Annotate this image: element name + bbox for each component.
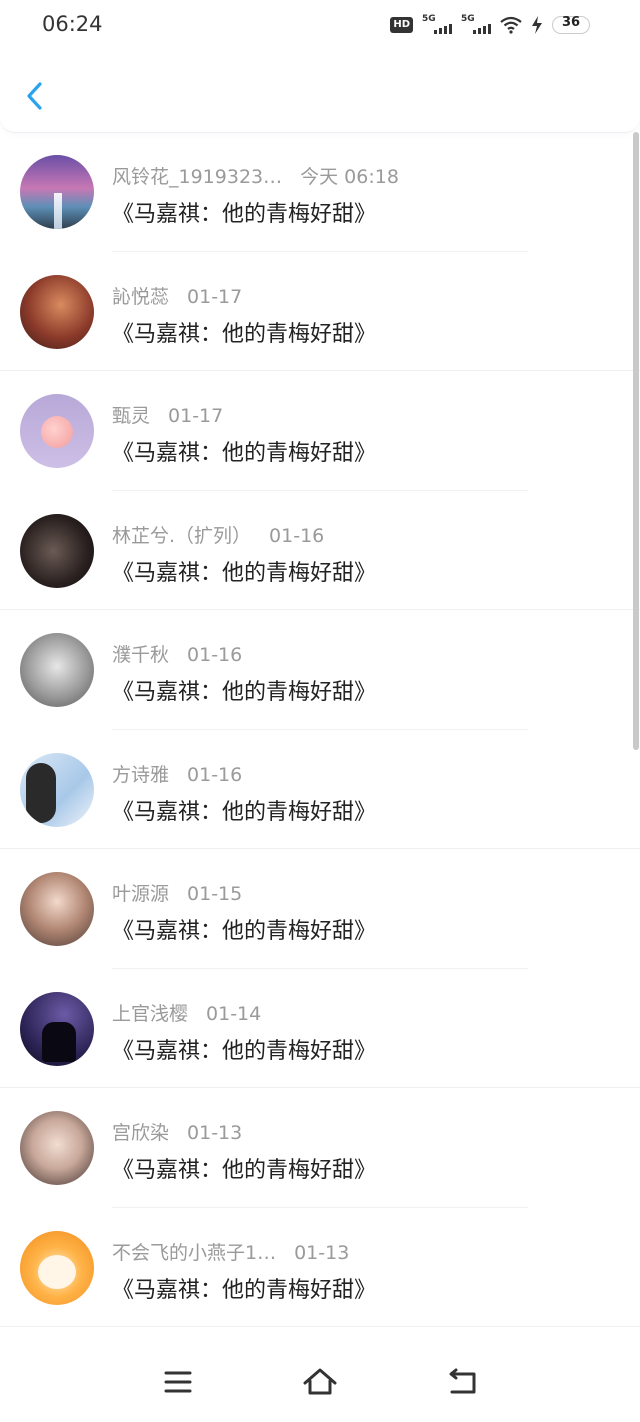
list-item[interactable]: 訫悦蕊 01-17 《马嘉祺：他的青梅好甜》: [0, 252, 640, 372]
list-item-meta: 方诗雅 01-16: [112, 760, 242, 787]
avatar[interactable]: [20, 155, 94, 229]
avatar[interactable]: [20, 1230, 94, 1305]
item-date: 01-13: [187, 1122, 243, 1144]
list-item-meta: 风铃花_1919323… 今天 06:18: [112, 162, 399, 189]
avatar[interactable]: [20, 991, 94, 1066]
list-item-meta: 不会飞的小燕子1… 01-13: [112, 1238, 349, 1265]
user-name[interactable]: 訫悦蕊: [112, 286, 169, 308]
item-date: 01-16: [187, 763, 243, 786]
user-name[interactable]: 叶源源: [112, 883, 169, 905]
list-item[interactable]: 叶源源 01-15 《马嘉祺：他的青梅好甜》: [0, 849, 640, 969]
list-item-meta: 上官浅樱 01-14: [112, 999, 261, 1026]
list-item[interactable]: 濮千秋 01-16 《马嘉祺：他的青梅好甜》: [0, 610, 640, 730]
message-list[interactable]: 风铃花_1919323… 今天 06:18 《马嘉祺：他的青梅好甜》 訫悦蕊 01-…: [0, 132, 640, 1342]
signal-icon: 5G: [422, 14, 452, 36]
item-title[interactable]: 《马嘉祺：他的青梅好甜》: [112, 674, 376, 706]
list-item-meta: 林芷兮.（扩列） 01-16: [112, 521, 324, 548]
list-item-meta: 叶源源 01-15: [112, 879, 242, 906]
user-name[interactable]: 宫欣染: [112, 1122, 169, 1144]
avatar[interactable]: [20, 1111, 94, 1185]
item-date: 01-17: [187, 285, 243, 308]
item-date: 01-13: [294, 1241, 350, 1264]
item-date: 01-14: [206, 1002, 262, 1025]
home-icon[interactable]: [300, 1364, 340, 1400]
header: [0, 52, 640, 133]
item-date: 01-17: [168, 405, 224, 427]
avatar[interactable]: [20, 274, 94, 349]
user-name[interactable]: 不会飞的小燕子1…: [112, 1242, 276, 1264]
menu-icon[interactable]: [158, 1364, 198, 1400]
item-title[interactable]: 《马嘉祺：他的青梅好甜》: [112, 435, 376, 467]
item-title[interactable]: 《马嘉祺：他的青梅好甜》: [112, 316, 376, 348]
avatar[interactable]: [20, 872, 94, 946]
battery-level: 36: [561, 15, 581, 30]
charging-icon: [532, 16, 542, 34]
item-title[interactable]: 《马嘉祺：他的青梅好甜》: [112, 1033, 376, 1065]
system-navbar: [0, 1342, 640, 1422]
avatar[interactable]: [20, 752, 94, 827]
user-name[interactable]: 风铃花_1919323…: [112, 166, 282, 188]
avatar[interactable]: [20, 394, 94, 468]
avatar[interactable]: [20, 513, 94, 588]
user-name[interactable]: 濮千秋: [112, 644, 169, 666]
list-item[interactable]: 宫欣染 01-13 《马嘉祺：他的青梅好甜》: [0, 1088, 640, 1208]
status-time: 06:24: [42, 12, 103, 36]
item-date: 01-16: [187, 644, 243, 666]
item-date: 今天 06:18: [300, 166, 399, 188]
scrollbar-thumb[interactable]: [633, 132, 639, 750]
battery-icon: 36: [552, 15, 590, 34]
item-title[interactable]: 《马嘉祺：他的青梅好甜》: [112, 1152, 376, 1184]
list-item[interactable]: 林芷兮.（扩列） 01-16 《马嘉祺：他的青梅好甜》: [0, 491, 640, 611]
item-date: 01-16: [269, 524, 325, 547]
item-title[interactable]: 《马嘉祺：他的青梅好甜》: [112, 196, 376, 228]
list-item-meta: 甄灵 01-17: [112, 401, 223, 428]
list-item[interactable]: 方诗雅 01-16 《马嘉祺：他的青梅好甜》: [0, 730, 640, 850]
user-name[interactable]: 林芷兮.（扩列）: [112, 525, 251, 547]
item-title[interactable]: 《马嘉祺：他的青梅好甜》: [112, 555, 376, 587]
hd-icon: HD: [390, 17, 413, 33]
user-name[interactable]: 甄灵: [112, 405, 150, 427]
user-name[interactable]: 上官浅樱: [112, 1003, 188, 1025]
status-icons: HD 5G 5G 36: [390, 13, 590, 37]
list-item[interactable]: 上官浅樱 01-14 《马嘉祺：他的青梅好甜》: [0, 969, 640, 1089]
item-title[interactable]: 《马嘉祺：他的青梅好甜》: [112, 794, 376, 826]
item-date: 01-15: [187, 883, 243, 905]
chevron-left-icon[interactable]: [20, 78, 50, 114]
scrollbar[interactable]: [633, 132, 640, 1342]
list-item[interactable]: 甄灵 01-17 《马嘉祺：他的青梅好甜》: [0, 371, 640, 491]
list-item-meta: 宫欣染 01-13: [112, 1118, 242, 1145]
wifi-icon: [500, 16, 522, 34]
list-item[interactable]: 风铃花_1919323… 今天 06:18 《马嘉祺：他的青梅好甜》: [0, 132, 640, 252]
list-item-meta: 濮千秋 01-16: [112, 640, 242, 667]
avatar[interactable]: [20, 633, 94, 707]
user-name[interactable]: 方诗雅: [112, 764, 169, 786]
list-item-meta: 訫悦蕊 01-17: [112, 282, 242, 309]
item-title[interactable]: 《马嘉祺：他的青梅好甜》: [112, 913, 376, 945]
status-bar: 06:24 HD 5G 5G 36: [0, 0, 640, 52]
back-icon[interactable]: [442, 1364, 482, 1400]
list-item[interactable]: 不会飞的小燕子1… 01-13 《马嘉祺：他的青梅好甜》: [0, 1208, 640, 1328]
signal-icon: 5G: [461, 14, 491, 36]
item-title[interactable]: 《马嘉祺：他的青梅好甜》: [112, 1272, 376, 1304]
